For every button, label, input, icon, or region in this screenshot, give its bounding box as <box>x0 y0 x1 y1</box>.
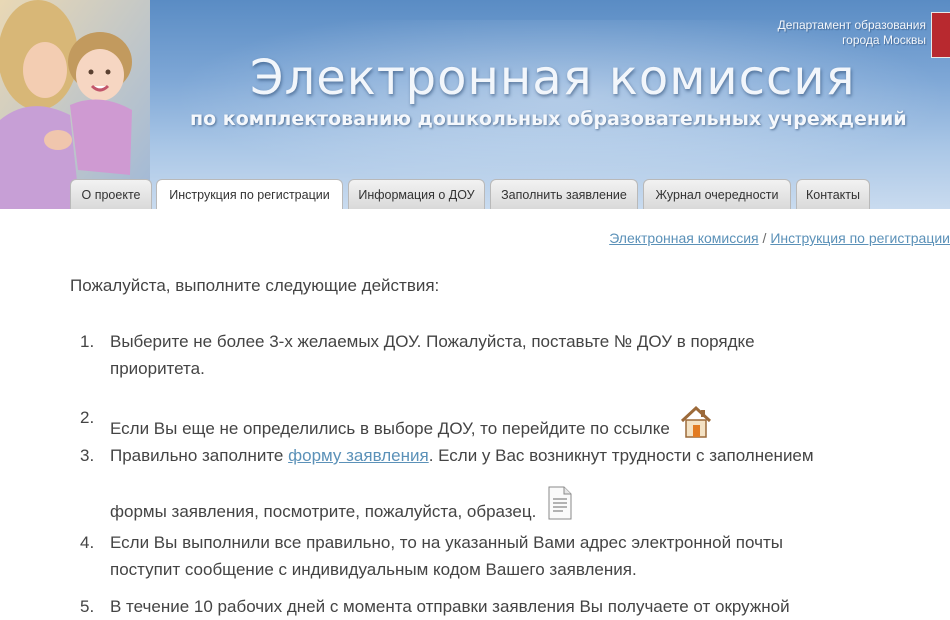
list-item: 5. В течение 10 рабочих дней с момента о… <box>80 593 920 620</box>
list-item: 4. Если Вы выполнили все правильно, то н… <box>80 529 920 583</box>
tab-fill-application[interactable]: Заполнить заявление <box>490 179 638 209</box>
list-item: 2. Если Вы еще не определились в выборе … <box>80 404 920 442</box>
site-subtitle: по комплектованию дошкольных образовател… <box>190 108 907 130</box>
step-text: . Если у Вас возникнут трудности с запол… <box>428 446 814 465</box>
step-text: поступит сообщение с индивидуальным кодо… <box>110 560 637 579</box>
step-number: 3. <box>80 446 95 465</box>
breadcrumb-separator: / <box>758 230 771 246</box>
step-text: Если Вы выполнили все правильно, то на у… <box>110 533 783 552</box>
step-text: Правильно заполните <box>110 446 289 465</box>
home-icon[interactable] <box>679 404 713 440</box>
tab-contacts[interactable]: Контакты <box>796 179 870 209</box>
step-text: формы заявления, посмотрите, пожалуйста,… <box>110 502 537 521</box>
department-line-1: Департамент образования <box>777 18 926 32</box>
mother-child-photo <box>0 0 150 209</box>
tab-queue-journal[interactable]: Журнал очередности <box>643 179 791 209</box>
step-text: приоритета. <box>110 359 205 378</box>
breadcrumb: Электронная комиссия / Инструкция по рег… <box>609 230 950 246</box>
step-number: 1. <box>80 332 95 351</box>
step-number: 2. <box>80 408 95 427</box>
breadcrumb-home-link[interactable]: Электронная комиссия <box>609 230 758 246</box>
moscow-emblem-icon <box>931 12 950 58</box>
site-header: Электронная комиссия по комплектованию д… <box>0 0 950 209</box>
step-number: 5. <box>80 597 95 616</box>
list-item: 3. Правильно заполните форму заявления. … <box>80 442 920 525</box>
tab-registration-instructions[interactable]: Инструкция по регистрации <box>156 179 343 209</box>
tab-dou-info[interactable]: Информация о ДОУ <box>348 179 485 209</box>
department-label: Департамент образования города Москвы <box>778 18 926 48</box>
application-form-link[interactable]: форму заявления <box>288 446 429 465</box>
tab-about[interactable]: О проекте <box>70 179 152 209</box>
step-text: Если Вы еще не определились в выборе ДОУ… <box>110 419 670 438</box>
step-text: В течение 10 рабочих дней с момента отпр… <box>110 597 790 616</box>
instruction-steps: 1. Выберите не более 3-х желаемых ДОУ. П… <box>80 328 920 620</box>
site-title: Электронная комиссия <box>250 50 856 106</box>
instructions-intro: Пожалуйста, выполните следующие действия… <box>70 276 440 295</box>
breadcrumb-current-link[interactable]: Инструкция по регистрации <box>770 230 950 246</box>
list-item: 1. Выберите не более 3-х желаемых ДОУ. П… <box>80 328 920 382</box>
step-number: 4. <box>80 533 95 552</box>
document-icon[interactable] <box>547 485 573 521</box>
department-line-2: города Москвы <box>842 33 926 47</box>
step-text: Выберите не более 3-х желаемых ДОУ. Пожа… <box>110 332 755 351</box>
